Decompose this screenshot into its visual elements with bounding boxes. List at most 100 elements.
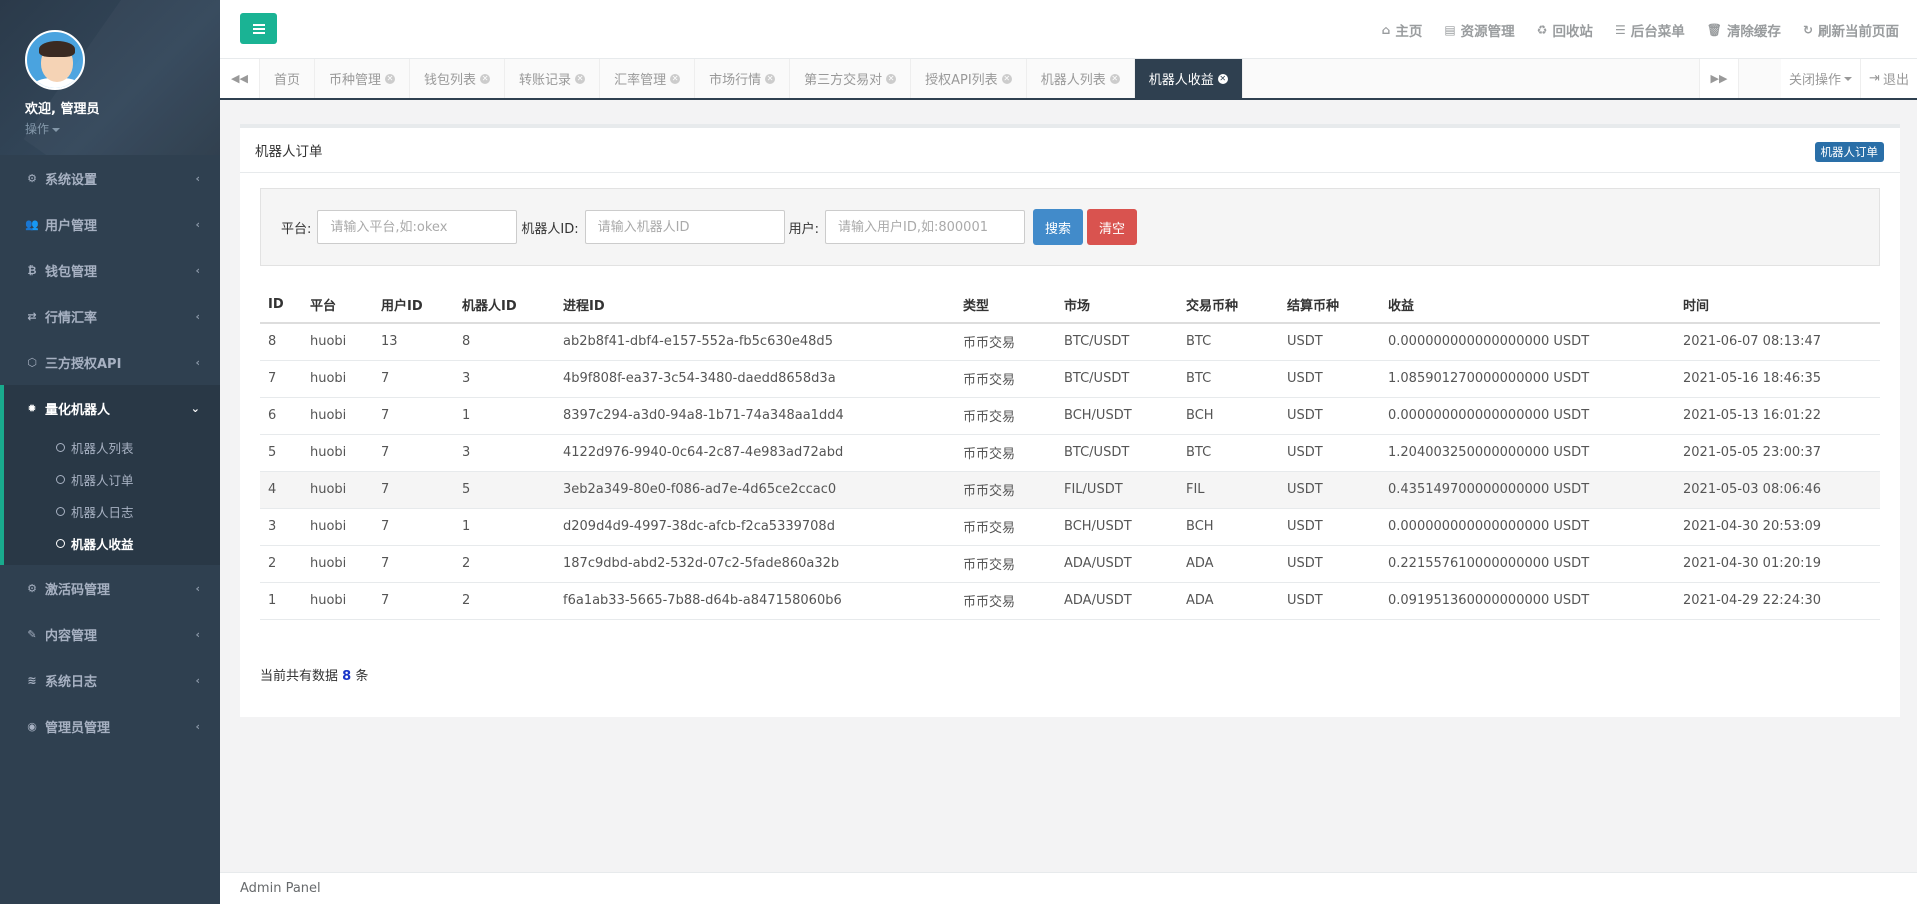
tab-market-quotes[interactable]: 市场行情 ✕ (695, 59, 791, 98)
sidebar-item-content-management[interactable]: ✎ 内容管理 ‹ (0, 611, 220, 657)
table-cell: BCH (1178, 508, 1279, 546)
close-icon[interactable]: ✕ (1109, 73, 1120, 84)
home-link-label: 主页 (1395, 23, 1423, 40)
logout-label: 退出 (1882, 73, 1909, 88)
sidebar-subitem-robot-logs[interactable]: 机器人日志 (4, 495, 220, 527)
sidebar-item-exchange-rates[interactable]: ⇄ 行情汇率 ‹ (0, 293, 220, 339)
table-cell: 8 (454, 323, 555, 361)
close-icon[interactable]: ✕ (1001, 73, 1012, 84)
table-row[interactable]: 8 huobi 13 8 ab2b8f41-dbf4-e157-552a-fb5c630… (260, 323, 1880, 361)
list-icon: ☰ (1614, 22, 1626, 37)
column-header: 结算币种 (1279, 286, 1380, 324)
table-row[interactable]: 1 huobi 7 2 f6a1ab33-5665-7b88-d64b-a8471580… (260, 582, 1880, 620)
home-icon: ⌂ (1381, 22, 1391, 37)
tab-home[interactable]: 首页 (260, 59, 316, 98)
chevron-left-icon: ‹ (195, 171, 200, 185)
footer: Admin Panel (220, 872, 1917, 904)
tab-label: 转账记录 (519, 73, 572, 88)
sidebar-nav: ⚙ 系统设置 ‹ 👥 用户管理 ‹ ₿ 钱包管理 ‹ ⇄ 行情汇率 ‹ ⬡ 三方授权API ‹ ✹ 量… (0, 155, 220, 749)
close-icon[interactable]: ✕ (575, 73, 586, 84)
logout-button[interactable]: ⇥ 退出 (1861, 59, 1917, 98)
close-icon[interactable]: ✕ (480, 73, 491, 84)
sidebar-subitem-robot-orders[interactable]: 机器人订单 (4, 463, 220, 495)
table-cell: 币币交易 (955, 360, 1056, 398)
table-row[interactable]: 7 huobi 7 3 4b9f808f-ea37-3c54-3480-daedd865… (260, 360, 1880, 398)
close-icon[interactable]: ✕ (1217, 73, 1228, 84)
tab-robot-earnings[interactable]: 机器人收益 ✕ (1134, 59, 1243, 98)
tab-auth-api-list[interactable]: 授权API列表 ✕ (911, 59, 1027, 98)
tab-label: 第三方交易对 (804, 73, 883, 88)
table-cell: BTC (1178, 360, 1279, 398)
sign-out-icon: ⇥ (1869, 71, 1880, 86)
sidebar-item-quant-robot[interactable]: ✹ 量化机器人 ⌄ (4, 385, 220, 431)
platform-label: 平台: (281, 221, 312, 237)
sidebar-item-user-management[interactable]: 👥 用户管理 ‹ (0, 201, 220, 247)
sidebar-subitem-robot-earnings[interactable]: 机器人收益 (4, 527, 220, 559)
menu-toggle-button[interactable] (240, 13, 277, 44)
avatar[interactable] (25, 30, 85, 90)
recycle-bin-link[interactable]: ♻ 回收站 (1537, 20, 1593, 40)
close-icon[interactable]: ✕ (765, 73, 776, 84)
user-label: 用户: (788, 221, 820, 237)
close-icon[interactable]: ✕ (385, 73, 396, 84)
table-cell: FIL/USDT (1056, 471, 1178, 509)
platform-input[interactable] (317, 210, 518, 244)
sidebar-item-system-logs[interactable]: ≋ 系统日志 ‹ (0, 657, 220, 703)
clear-button[interactable]: 清空 (1087, 209, 1138, 245)
close-operations-dropdown[interactable]: 关闭操作 (1781, 59, 1861, 98)
table-cell: 币币交易 (955, 545, 1056, 583)
column-header: 交易币种 (1178, 286, 1279, 324)
total-suffix: 条 (355, 668, 369, 684)
close-ops-label: 关闭操作 (1788, 73, 1841, 88)
sidebar-item-wallet-management[interactable]: ₿ 钱包管理 ‹ (0, 247, 220, 293)
close-icon[interactable]: ✕ (670, 73, 681, 84)
table-cell: huobi (302, 508, 373, 546)
table-row[interactable]: 2 huobi 7 2 187c9dbd-abd2-532d-07c2-5fade860… (260, 545, 1880, 583)
panel-title: 机器人订单 (255, 144, 323, 160)
table-cell: huobi (302, 434, 373, 472)
tabs-scroll-right-button[interactable]: ▶▶ (1699, 59, 1739, 98)
total-prefix: 当前共有数据 (260, 668, 339, 684)
tab-transfer-records[interactable]: 转账记录 ✕ (505, 59, 601, 98)
backend-menu-link[interactable]: ☰ 后台菜单 (1615, 20, 1685, 40)
column-header: ID (260, 286, 302, 324)
sidebar-item-label: 用户管理 (45, 218, 98, 234)
main-content: 机器人订单 机器人订单 平台: 机器人ID: 用户: 搜索 清空 (220, 100, 1917, 872)
table-row[interactable]: 6 huobi 7 1 8397c294-a3d0-94a8-1b71-74a348aa… (260, 397, 1880, 435)
home-link[interactable]: ⌂ 主页 (1382, 20, 1423, 40)
column-header: 机器人ID (454, 286, 555, 324)
tab-third-party-pairs[interactable]: 第三方交易对 ✕ (790, 59, 912, 98)
sidebar-item-activation-codes[interactable]: ⚙ 激活码管理 ‹ (0, 565, 220, 611)
table-cell: 2 (454, 545, 555, 583)
refresh-icon: ↻ (1802, 22, 1813, 37)
tab-robot-list[interactable]: 机器人列表 ✕ (1026, 59, 1135, 98)
close-icon[interactable]: ✕ (886, 73, 897, 84)
robot-id-input[interactable] (584, 210, 785, 244)
table-cell: 7 (260, 360, 302, 398)
sidebar-item-third-party-api[interactable]: ⬡ 三方授权API ‹ (0, 339, 220, 385)
sidebar-item-label: 内容管理 (45, 628, 98, 644)
profile-ops-dropdown[interactable]: 操作 (25, 120, 195, 137)
sidebar-item-admin-management[interactable]: ◉ 管理员管理 ‹ (0, 703, 220, 749)
table-cell: 6 (260, 397, 302, 435)
user-id-input[interactable] (825, 210, 1026, 244)
clear-cache-link[interactable]: 🗑 清除缓存 (1707, 20, 1781, 40)
tab-currency-management[interactable]: 币种管理 ✕ (315, 59, 411, 98)
table-cell: d209d4d9-4997-38dc-afcb-f2ca5339708d (555, 508, 955, 546)
sidebar-subitem-robot-list[interactable]: 机器人列表 (4, 431, 220, 463)
table-row[interactable]: 5 huobi 7 3 4122d976-9940-0c64-2c87-4e983ad7… (260, 434, 1880, 472)
tab-rate-management[interactable]: 汇率管理 ✕ (600, 59, 696, 98)
search-button[interactable]: 搜索 (1033, 209, 1084, 245)
table-cell: huobi (302, 323, 373, 361)
table-cell: huobi (302, 471, 373, 509)
recycle-icon: ♻ (1536, 22, 1548, 37)
edit-icon: ✎ (27, 627, 37, 641)
sidebar-item-system-settings[interactable]: ⚙ 系统设置 ‹ (0, 155, 220, 201)
table-row[interactable]: 3 huobi 7 1 d209d4d9-4997-38dc-afcb-f2ca5339… (260, 508, 1880, 546)
table-row[interactable]: 4 huobi 7 5 3eb2a349-80e0-f086-ad7e-4d65ce2c… (260, 471, 1880, 509)
refresh-page-link[interactable]: ↻ 刷新当前页面 (1803, 20, 1899, 40)
resource-management-link[interactable]: ▤ 资源管理 (1444, 20, 1514, 40)
tab-wallet-list[interactable]: 钱包列表 ✕ (410, 59, 506, 98)
tabs-scroll-left-button[interactable]: ◀◀ (220, 59, 260, 98)
table-cell: 1 (260, 582, 302, 620)
